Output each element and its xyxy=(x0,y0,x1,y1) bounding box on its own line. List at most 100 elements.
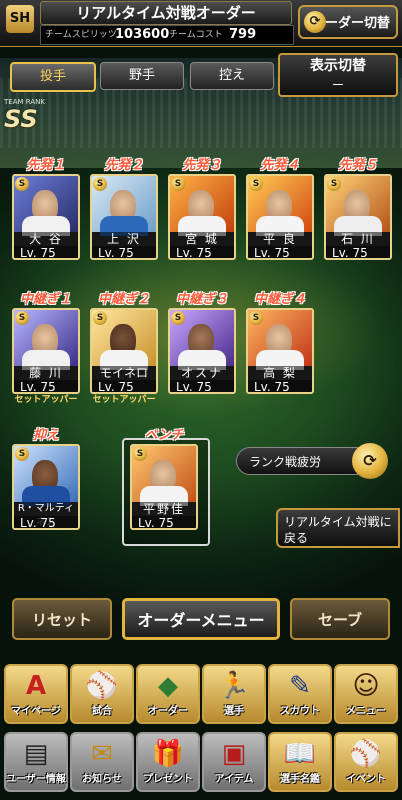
nav-news[interactable]: ✉ お知らせ xyxy=(70,732,134,792)
starter-slot-5[interactable]: 先発５ S 石 川 Lv. 75 xyxy=(324,158,392,260)
tab-pitcher[interactable]: 投手 xyxy=(10,62,96,92)
position-label: 先発１ xyxy=(26,158,66,173)
role-label: セットアッパー xyxy=(14,395,78,405)
nav-label: メニュー xyxy=(346,706,386,717)
nav-scout[interactable]: ✎ スカウト xyxy=(268,664,332,724)
player-card[interactable]: S 高 梨 Lv. 75 xyxy=(246,308,314,394)
tab-reserve[interactable]: 控え xyxy=(190,62,274,90)
position-label: 先発５ xyxy=(338,158,378,173)
item-icon: ▣ xyxy=(221,739,247,769)
player-card[interactable]: S 平野佳 Lv. 75 xyxy=(130,444,198,530)
back-to-realtime-button[interactable]: リアルタイム対戦に戻る xyxy=(276,508,400,548)
s-rank-icon: S xyxy=(249,177,263,191)
starter-slot-1[interactable]: 先発１ S 大 谷 Lv. 75 xyxy=(12,158,80,260)
nav-label: プレゼント xyxy=(143,774,193,785)
reliever-slot-2[interactable]: 中継ぎ２ S モイネロ Lv. 75 セットアッパー xyxy=(90,292,158,406)
spirit-value: 103600 xyxy=(115,27,170,42)
starter-slot-4[interactable]: 先発４ S 平 良 Lv. 75 xyxy=(246,158,314,260)
nav-player-directory[interactable]: 📖 選手名鑑 xyxy=(268,732,332,792)
player-level: Lv. 75 xyxy=(170,246,234,258)
player-level: Lv. 75 xyxy=(248,246,312,258)
tab-fielder[interactable]: 野手 xyxy=(100,62,184,90)
menu-icon: ☺ xyxy=(352,671,380,701)
bench-slot[interactable]: ベンチ S 平野佳 Lv. 75 xyxy=(130,428,198,530)
s-rank-icon: S xyxy=(15,447,29,461)
nav-present[interactable]: 🎁 プレゼント xyxy=(136,732,200,792)
save-button[interactable]: セーブ xyxy=(290,598,390,640)
nav-label: スカウト xyxy=(280,706,320,717)
nav-label: マイページ xyxy=(11,706,61,717)
position-label: 先発２ xyxy=(104,158,144,173)
player-card[interactable]: S モイネロ Lv. 75 xyxy=(90,308,158,394)
fatigue-refresh-button[interactable]: ⟳ xyxy=(352,443,388,479)
position-label: 先発４ xyxy=(260,158,300,173)
reliever-slot-4[interactable]: 中継ぎ４ S 高 梨 Lv. 75 xyxy=(246,292,314,394)
rank-fatigue-label: ランク戦疲労 xyxy=(236,447,358,475)
nav-menu[interactable]: ☺ メニュー xyxy=(334,664,398,724)
closer-slot[interactable]: 抑え S R・マルティネス Lv. 75 xyxy=(12,428,80,530)
player-name: 高 梨 xyxy=(248,366,312,380)
nav-label: アイテム xyxy=(214,774,254,785)
player-card[interactable]: S 藤 川 Lv. 75 xyxy=(12,308,80,394)
team-rank-value: SS xyxy=(4,105,38,133)
gift-icon: 🎁 xyxy=(151,739,185,769)
nav-match[interactable]: ⚾ 試合 xyxy=(70,664,134,724)
team-logo: SH xyxy=(6,5,34,33)
player-name: 上 沢 xyxy=(92,232,156,246)
display-switch-button[interactable]: 表示切替 ー xyxy=(278,53,398,97)
starter-slot-3[interactable]: 先発３ S 宮 城 Lv. 75 xyxy=(168,158,236,260)
player-name: 大 谷 xyxy=(14,232,78,246)
player-card[interactable]: S 石 川 Lv. 75 xyxy=(324,174,392,260)
stadium-icon: ⚾ xyxy=(85,671,119,701)
s-rank-icon: S xyxy=(15,177,29,191)
order-menu-button[interactable]: オーダーメニュー xyxy=(122,598,280,640)
nav-user-info[interactable]: ▤ ユーザー情報 xyxy=(4,732,68,792)
nav-item[interactable]: ▣ アイテム xyxy=(202,732,266,792)
player-card[interactable]: S 上 沢 Lv. 75 xyxy=(90,174,158,260)
cost-value: 799 xyxy=(229,27,257,42)
team-stats: チームスピリッツ 103600 チームコスト 799 xyxy=(40,25,294,45)
starter-slot-2[interactable]: 先発２ S 上 沢 Lv. 75 xyxy=(90,158,158,260)
sub-nav: ▤ ユーザー情報 ✉ お知らせ 🎁 プレゼント ▣ アイテム 📖 選手名鑑 ⚾ … xyxy=(0,732,402,796)
top-bar: SH リアルタイム対戦オーダー チームスピリッツ 103600 チームコスト 7… xyxy=(0,0,402,47)
s-rank-icon: S xyxy=(93,311,107,325)
reset-button[interactable]: リセット xyxy=(12,598,112,640)
nav-label: 選手 xyxy=(224,706,244,717)
field-icon: ◆ xyxy=(158,671,178,701)
s-rank-icon: S xyxy=(15,311,29,325)
user-info-icon: ▤ xyxy=(23,739,49,769)
player-name: 藤 川 xyxy=(14,366,78,380)
main-nav: A マイページ ⚾ 試合 ◆ オーダー 🏃 選手 ✎ スカウト ☺ メニュー xyxy=(0,664,402,728)
nav-mypage[interactable]: A マイページ xyxy=(4,664,68,724)
scout-icon: ✎ xyxy=(289,671,311,701)
position-tabs: 投手 野手 控え xyxy=(10,62,274,92)
reliever-slot-1[interactable]: 中継ぎ１ S 藤 川 Lv. 75 セットアッパー xyxy=(12,292,80,406)
player-card[interactable]: S オスナ Lv. 75 xyxy=(168,308,236,394)
nav-event[interactable]: ⚾ イベント xyxy=(334,732,398,792)
mypage-icon: A xyxy=(25,671,47,701)
nav-label: ユーザー情報 xyxy=(6,774,66,785)
s-rank-icon: S xyxy=(133,447,147,461)
page-title: リアルタイム対戦オーダー xyxy=(40,1,292,25)
position-label: 中継ぎ２ xyxy=(97,292,150,307)
directory-icon: 📖 xyxy=(283,739,317,769)
player-level: Lv. 75 xyxy=(248,380,312,392)
player-card[interactable]: S 平 良 Lv. 75 xyxy=(246,174,314,260)
nav-player[interactable]: 🏃 選手 xyxy=(202,664,266,724)
order-switch-button[interactable]: ⟳ オーダー切替 xyxy=(298,5,398,39)
player-level: Lv. 75 xyxy=(92,380,156,392)
s-rank-icon: S xyxy=(171,311,185,325)
nav-label: イベント xyxy=(346,774,386,785)
team-rank: TEAM RANK SS xyxy=(4,98,54,132)
nav-order[interactable]: ◆ オーダー xyxy=(136,664,200,724)
player-card[interactable]: S 大 谷 Lv. 75 xyxy=(12,174,80,260)
refresh-icon: ⟳ xyxy=(363,451,377,470)
nav-label: 選手名鑑 xyxy=(280,774,320,785)
s-rank-icon: S xyxy=(249,311,263,325)
player-card[interactable]: S 宮 城 Lv. 75 xyxy=(168,174,236,260)
player-card[interactable]: S R・マルティネス Lv. 75 xyxy=(12,444,80,530)
reliever-slot-3[interactable]: 中継ぎ３ S オスナ Lv. 75 xyxy=(168,292,236,394)
player-level: Lv. 75 xyxy=(170,380,234,392)
s-rank-icon: S xyxy=(171,177,185,191)
player-name: 石 川 xyxy=(326,232,390,246)
